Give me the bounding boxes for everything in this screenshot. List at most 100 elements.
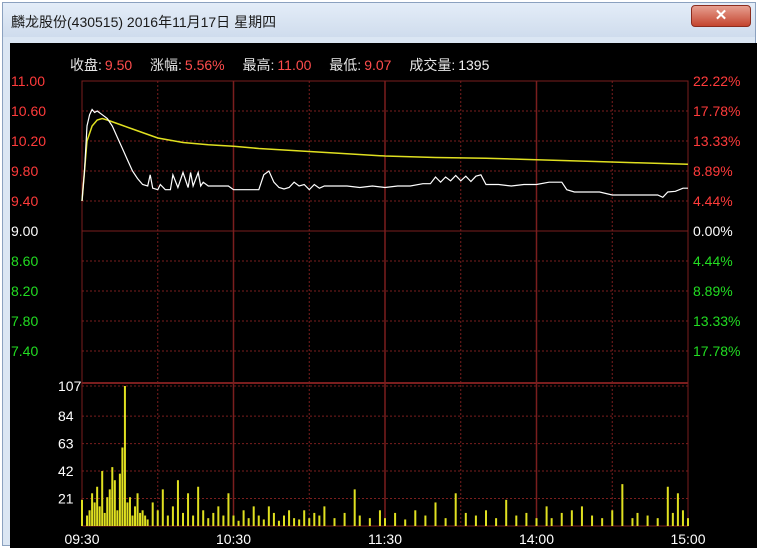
volume-bar (378, 510, 381, 526)
y-tick-right: 8.89% (693, 163, 733, 179)
volume-bar (81, 499, 83, 526)
volume-bar (141, 510, 144, 526)
volume-bar (560, 512, 563, 526)
chart-area: 收盘: 9.50 涨幅: 5.56% 最高: 11.00 最低: 9.07 成交量: 13… (10, 43, 757, 548)
volume-bar (384, 518, 386, 526)
y-tick-right: 17.78% (693, 103, 740, 119)
volume-bar (681, 510, 684, 526)
volume-bar (368, 518, 371, 526)
volume-bar (232, 515, 235, 526)
volume-bar (262, 519, 265, 526)
volume-bar (495, 518, 498, 526)
volume-bar (687, 518, 689, 526)
y-tick-right: 22.22% (693, 73, 740, 89)
y-tick-left: 11.00 (11, 73, 45, 89)
volume-bar (636, 512, 639, 526)
volume-bar (108, 489, 111, 526)
volume-bar (671, 512, 674, 526)
volume-bar (353, 489, 356, 526)
y-tick-right: 13.33% (693, 133, 740, 149)
volume-bar (580, 506, 583, 526)
volume-bar (464, 512, 467, 526)
close-button[interactable]: ✕ (691, 5, 751, 27)
volume-bar (621, 484, 624, 526)
volume-bar (505, 499, 508, 526)
volume-bar (676, 493, 679, 526)
volume-bar (113, 480, 116, 526)
volume-bar (293, 518, 296, 526)
volume-bar (434, 502, 437, 526)
volume-bar (237, 520, 240, 526)
volume-bar (323, 506, 326, 526)
volume-bar (277, 520, 280, 526)
volume-bar (93, 502, 96, 526)
volume-bar (257, 515, 260, 526)
y-tick-left: 10.60 (11, 103, 46, 119)
volume-bar (242, 510, 245, 526)
volume-bar (656, 518, 659, 526)
window-title: 麟龙股份(430515) 2016年11月17日 星期四 (11, 14, 277, 30)
intraday-chart: 11.00 22.22% 10.60 17.78% 10.20 13.33% 9.80 8.8… (11, 73, 740, 547)
title-bar: 麟龙股份(430515) 2016年11月17日 星期四 ✕ (3, 3, 755, 37)
volume-tick: 107 (58, 378, 82, 394)
volume-bar (288, 510, 291, 526)
volume-bar (217, 506, 220, 526)
volume-bar (601, 518, 604, 526)
volume-bar (101, 471, 104, 526)
y-tick-right: 8.89% (693, 283, 733, 299)
volume-bar (171, 506, 174, 526)
volume-bar (96, 486, 99, 526)
volume-bar (424, 515, 427, 526)
volume-bar (343, 512, 346, 526)
volume-bar (454, 493, 457, 526)
y-tick-left: 10.20 (11, 133, 46, 149)
volume-bar (146, 519, 149, 526)
volume-bar (611, 510, 614, 526)
volume-bar (156, 510, 159, 526)
volume-bar (515, 515, 518, 526)
volume-bar (227, 493, 230, 526)
volume-bar (121, 447, 124, 526)
y-tick-left: 7.40 (11, 343, 38, 359)
volume-bar (136, 493, 139, 526)
volume-bar (303, 510, 306, 526)
volume-tick: 21 (58, 491, 74, 507)
volume-bar (197, 486, 200, 526)
volume-bar (192, 515, 195, 526)
volume-bar (151, 502, 154, 526)
volume-bar (187, 493, 190, 526)
volume-bar (267, 506, 270, 526)
x-tick-label: 11:30 (368, 531, 402, 547)
y-tick-right: 4.44% (693, 193, 733, 209)
y-tick-right: 17.78% (693, 343, 740, 359)
volume-bar (202, 510, 205, 526)
volume-tick: 42 (58, 463, 74, 479)
volume-tick: 63 (58, 436, 74, 452)
volume-bar (144, 515, 147, 526)
volume-bar (591, 515, 594, 526)
volume-bar (128, 497, 131, 526)
volume-bar (207, 518, 210, 526)
y-tick-left: 8.60 (11, 253, 38, 269)
app-window: 麟龙股份(430515) 2016年11月17日 星期四 ✕ 收盘: 9.50 涨… (2, 2, 757, 548)
y-tick-right: 13.33% (693, 313, 740, 329)
volume-bar (550, 518, 553, 526)
volume-bar (91, 493, 94, 526)
volume-bar (646, 515, 649, 526)
y-tick-left: 7.80 (11, 313, 38, 329)
volume-bar (318, 515, 321, 526)
volume-bar (166, 515, 169, 526)
y-tick-left: 9.80 (11, 163, 38, 179)
volume-bar (545, 506, 548, 526)
x-tick-label: 10:30 (216, 531, 251, 547)
volume-bar (88, 510, 91, 526)
volume-bar (313, 512, 316, 526)
volume-bar (272, 512, 275, 526)
volume-bar (358, 515, 361, 526)
volume-bar (525, 512, 528, 526)
y-tick-left: 9.40 (11, 193, 38, 209)
volume-bar (666, 486, 669, 526)
x-tick-label: 15:00 (670, 531, 705, 547)
y-tick-right: 0.00% (693, 223, 733, 239)
volume-bar (106, 497, 109, 526)
